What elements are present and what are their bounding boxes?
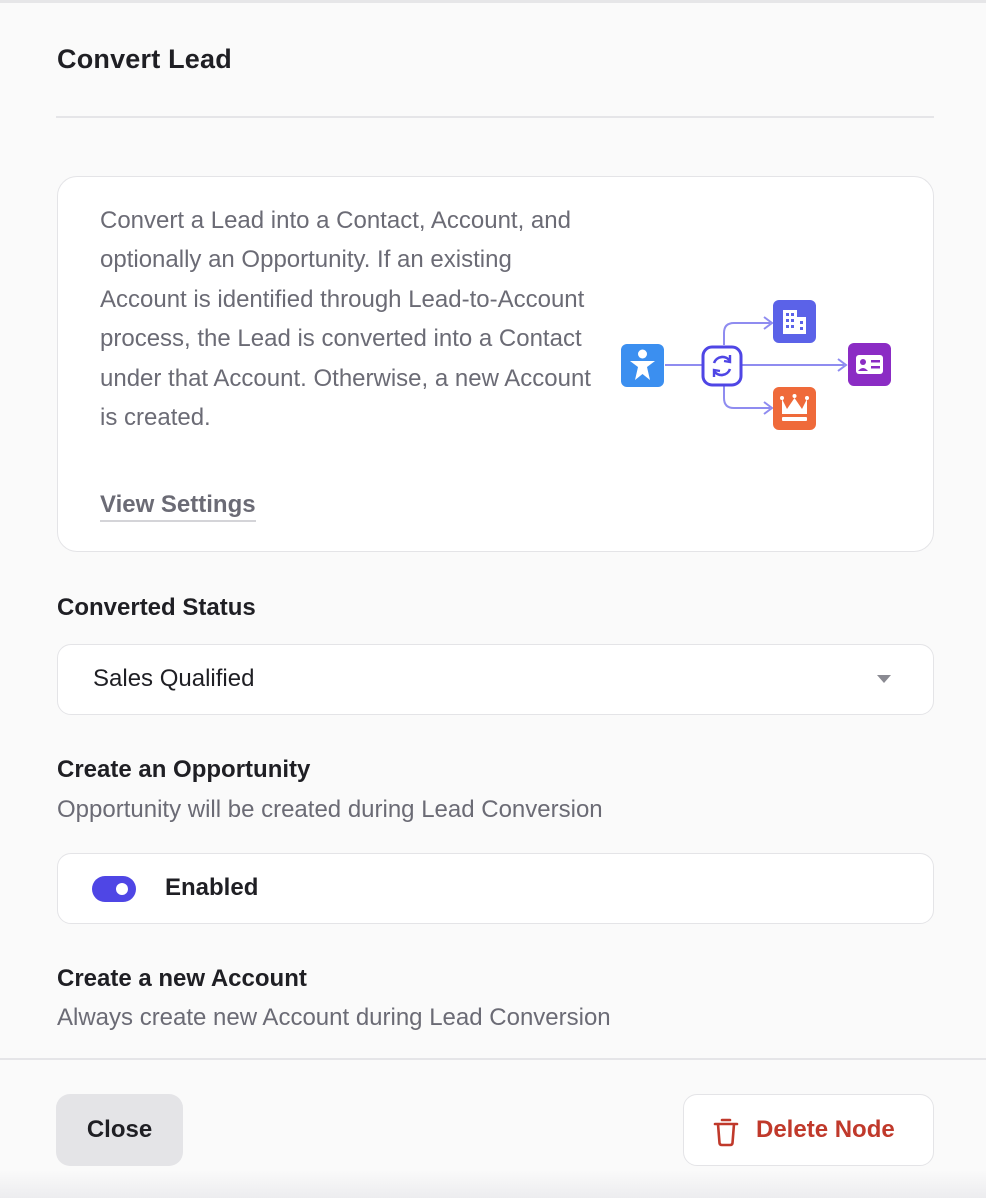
- panel-title: Convert Lead: [57, 44, 232, 74]
- delete-node-button[interactable]: Delete Node: [683, 1094, 934, 1166]
- title-divider: [56, 116, 934, 118]
- info-description: Convert a Lead into a Contact, Account, …: [100, 207, 591, 432]
- trash-icon: [713, 1118, 739, 1147]
- view-settings-link[interactable]: View Settings: [100, 491, 256, 522]
- delete-node-label: Delete Node: [756, 1116, 895, 1143]
- caret-down-icon: [877, 675, 891, 683]
- bottom-shade: [0, 1170, 986, 1198]
- create-opportunity-toggle[interactable]: [92, 876, 136, 902]
- top-border: [0, 0, 986, 3]
- toggle-knob: [116, 883, 128, 895]
- toggle-status-label: Enabled: [165, 874, 259, 901]
- create-opportunity-label: Create an Opportunity: [57, 756, 311, 783]
- create-account-label: Create a new Account: [57, 965, 307, 992]
- account-building-icon: [773, 300, 816, 343]
- converted-status-label: Converted Status: [57, 594, 256, 621]
- close-button[interactable]: Close: [56, 1094, 183, 1166]
- opportunity-crown-icon: [773, 387, 816, 430]
- conversion-diagram: [621, 300, 891, 430]
- create-account-description: Always create new Account during Lead Co…: [57, 1004, 611, 1031]
- create-opportunity-toggle-row: Enabled: [57, 853, 934, 924]
- create-opportunity-description: Opportunity will be created during Lead …: [57, 796, 603, 823]
- contact-card-icon: [848, 343, 891, 386]
- converted-status-select[interactable]: Sales Qualified: [57, 644, 934, 715]
- convert-sync-icon: [701, 345, 743, 387]
- footer-divider: [0, 1058, 986, 1060]
- connector-lines: [665, 316, 848, 415]
- info-card: Convert a Lead into a Contact, Account, …: [57, 176, 934, 552]
- converted-status-value: Sales Qualified: [93, 665, 255, 692]
- lead-person-icon: [621, 344, 664, 387]
